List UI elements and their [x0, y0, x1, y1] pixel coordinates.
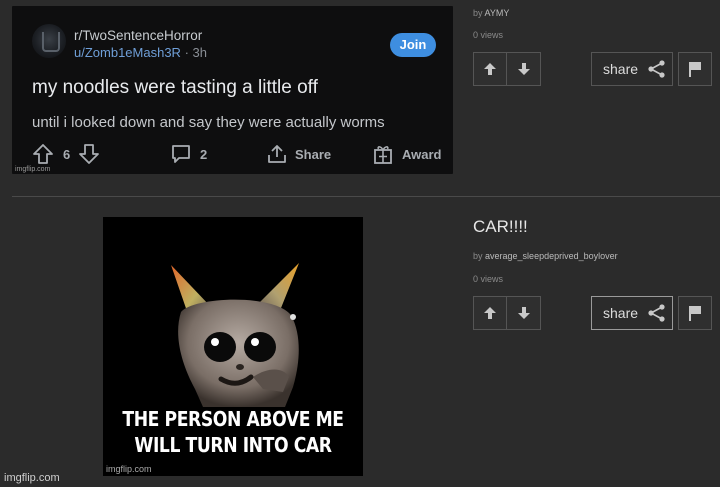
upvote-button[interactable] — [473, 52, 507, 86]
post-title[interactable]: CAR!!!! — [473, 217, 528, 237]
reddit-post-body: until i looked down and say they were ac… — [32, 114, 385, 131]
reddit-award-label: Award — [402, 146, 442, 162]
by-label: by — [473, 8, 483, 18]
view-count: 0 views — [473, 30, 504, 40]
post-2: THE PERSON ABOVE ME WILL TURN INTO CAR i… — [0, 197, 720, 487]
arrow-up-icon — [484, 307, 496, 319]
upvote-button[interactable] — [473, 296, 507, 330]
reddit-award: Award — [372, 141, 442, 167]
author-line: by average_sleepdeprived_boylover — [473, 251, 618, 261]
arrow-down-icon — [517, 307, 530, 319]
flag-button[interactable] — [678, 52, 712, 86]
site-watermark: imgflip.com — [4, 472, 60, 484]
post-meta: by AYMY — [473, 8, 509, 18]
separator-dot: · — [184, 45, 189, 60]
share-label: share — [603, 305, 639, 321]
by-label: by — [473, 251, 483, 261]
image-watermark: imgflip.com — [106, 464, 152, 474]
share-button[interactable]: share — [591, 296, 673, 330]
flag-button[interactable] — [678, 296, 712, 330]
upload-share-icon — [268, 145, 286, 163]
image-watermark: imgflip.com — [15, 166, 51, 173]
downvote-button[interactable] — [507, 52, 541, 86]
reddit-username: u/Zomb1eMash3R — [74, 45, 181, 60]
share-icon — [648, 60, 665, 78]
reddit-username-line: u/Zomb1eMash3R · 3h — [74, 45, 207, 60]
reddit-share-label: Share — [295, 146, 332, 162]
reddit-vote-count: 6 — [63, 146, 71, 162]
subreddit-avatar — [32, 24, 66, 58]
share-icon — [648, 304, 665, 322]
meme-caption: THE PERSON ABOVE ME WILL TURN INTO CAR — [122, 407, 344, 457]
post-age: 3h — [192, 45, 208, 60]
downvote-button[interactable] — [507, 296, 541, 330]
post-image-reddit-screenshot[interactable]: r/TwoSentenceHorror u/Zomb1eMash3R · 3h … — [12, 6, 453, 174]
author-link[interactable]: average_sleepdeprived_boylover — [485, 251, 618, 261]
arrow-up-icon — [484, 63, 496, 75]
reddit-vote-group: 6 — [32, 141, 100, 167]
comment-icon — [172, 145, 190, 163]
reddit-action-bar: 6 2 Share Award — [32, 141, 452, 167]
share-label: share — [603, 61, 639, 77]
vote-buttons — [473, 296, 541, 330]
reddit-share: Share — [266, 141, 331, 167]
share-button[interactable]: share — [591, 52, 673, 86]
flag-icon — [689, 62, 701, 77]
flag-icon — [689, 306, 701, 321]
reddit-post-title: my noodles were tasting a little off — [32, 77, 318, 98]
post-1: r/TwoSentenceHorror u/Zomb1eMash3R · 3h … — [0, 0, 720, 196]
arrow-down-icon — [517, 63, 530, 75]
reddit-comments: 2 — [170, 141, 207, 167]
post-meta: by average_sleepdeprived_boylover — [473, 251, 618, 261]
join-button: Join — [390, 33, 436, 57]
award-gift-icon — [374, 146, 392, 164]
reddit-downvote-icon — [79, 144, 100, 164]
reddit-comment-count: 2 — [200, 146, 208, 162]
view-count: 0 views — [473, 274, 504, 284]
post-image-meme[interactable]: THE PERSON ABOVE ME WILL TURN INTO CAR i… — [103, 217, 363, 476]
reddit-upvote-icon — [33, 144, 53, 164]
author-link[interactable]: AYMY — [485, 8, 510, 18]
author-line: by AYMY — [473, 8, 509, 18]
subreddit-name: r/TwoSentenceHorror — [74, 28, 203, 43]
vote-buttons — [473, 52, 541, 86]
